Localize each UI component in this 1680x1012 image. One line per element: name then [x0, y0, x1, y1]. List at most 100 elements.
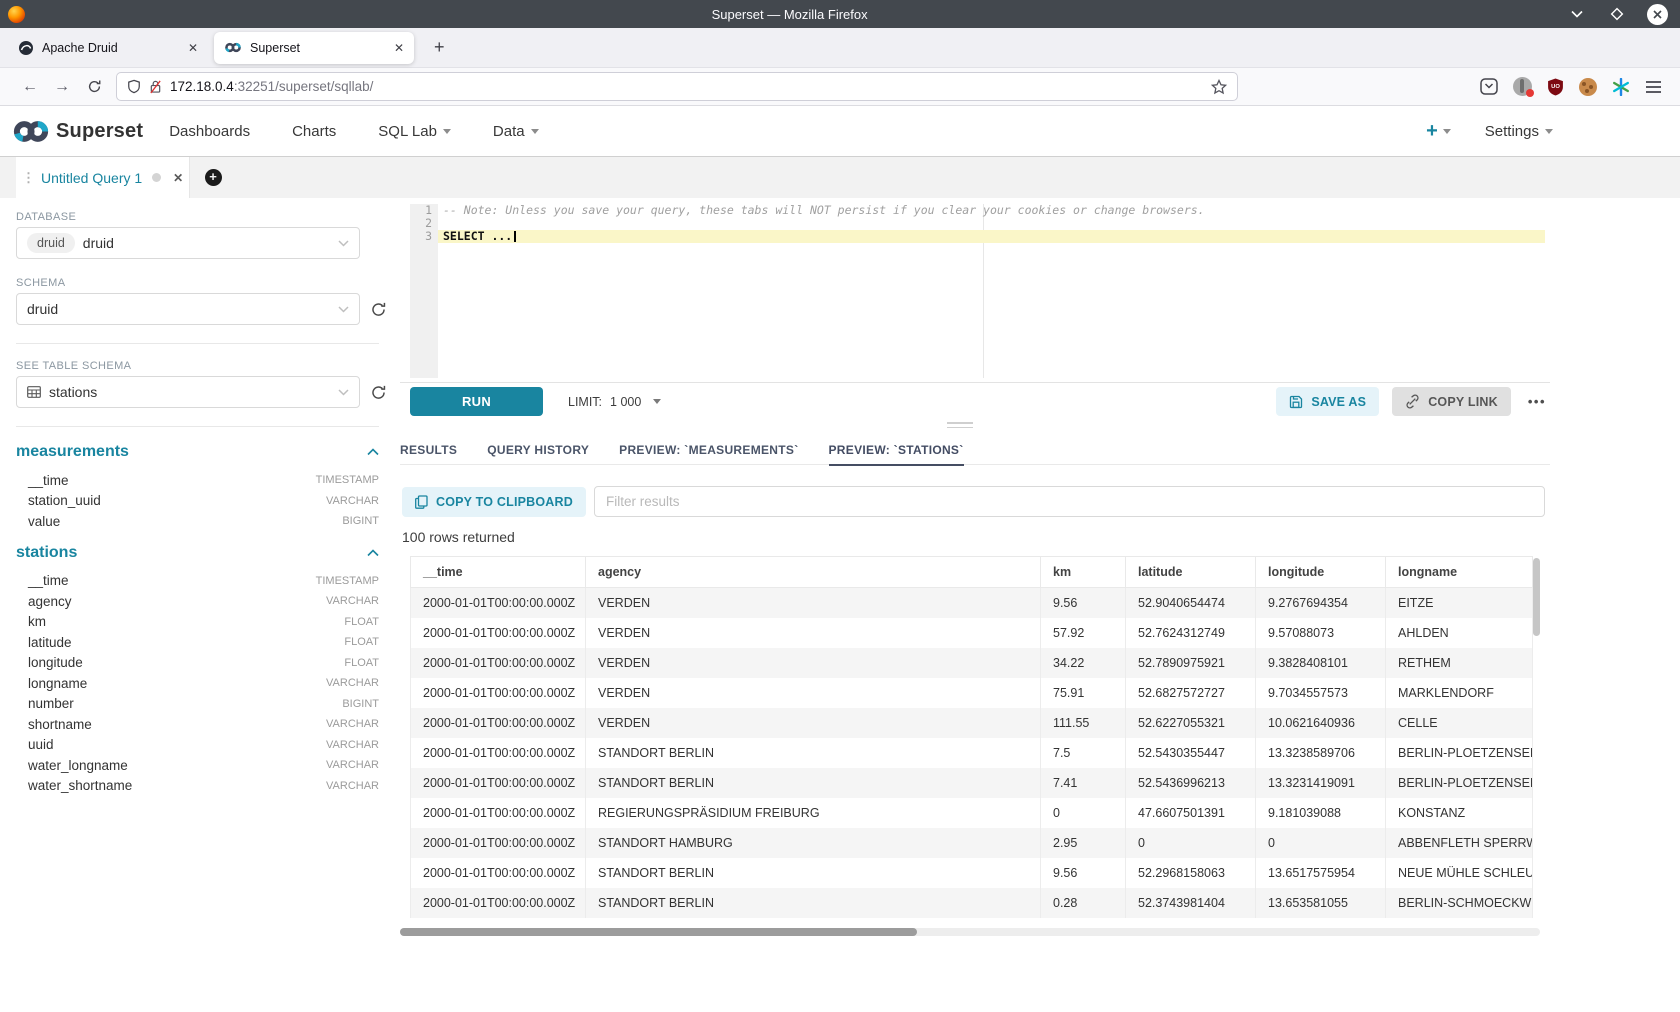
column-name: agency: [28, 594, 72, 609]
forward-button[interactable]: →: [46, 78, 78, 96]
browser-tab-druid[interactable]: Apache Druid ✕: [8, 32, 208, 64]
schema-select[interactable]: druid: [16, 293, 360, 325]
star-icon[interactable]: [1211, 79, 1227, 95]
settings-label: Settings: [1485, 123, 1539, 140]
results-tab[interactable]: RESULTS: [400, 435, 457, 465]
copy-to-clipboard-button[interactable]: COPY TO CLIPBOARD: [402, 487, 586, 517]
reload-button[interactable]: [78, 79, 110, 94]
results-body: 2000-01-01T00:00:00.000Z VERDEN 9.56 52.…: [411, 588, 1533, 918]
nav-menu-item[interactable]: Dashboards: [169, 123, 250, 140]
column-header[interactable]: longitude: [1256, 557, 1386, 588]
close-icon[interactable]: [1646, 3, 1668, 25]
limit-dropdown[interactable]: LIMIT: 1 000: [568, 395, 661, 409]
new-tab-button[interactable]: +: [426, 37, 453, 58]
drag-handle-icon[interactable]: ⋮: [22, 170, 35, 186]
refresh-schema-icon[interactable]: [370, 301, 387, 318]
copy-to-clipboard-label: COPY TO CLIPBOARD: [436, 495, 573, 509]
nav-menu-item[interactable]: SQL Lab: [378, 123, 451, 140]
url-bar[interactable]: 172.18.0.4:32251/superset/sqllab/: [116, 72, 1238, 101]
copy-link-button[interactable]: COPY LINK: [1392, 387, 1511, 416]
column-header[interactable]: km: [1041, 557, 1126, 588]
cell-longname: BERLIN-PLOETZENSEE OP: [1386, 768, 1533, 798]
column-name: km: [28, 614, 46, 629]
schema-table-header[interactable]: measurements: [16, 443, 379, 461]
horizontal-scrollbar-track[interactable]: [400, 928, 1540, 936]
collapse-icon[interactable]: [367, 549, 379, 557]
schema-table-section: measurements __time TIMESTAMP: [16, 443, 379, 532]
add-new-button[interactable]: +: [1426, 120, 1451, 143]
cell-km: 7.41: [1041, 768, 1126, 798]
window-titlebar: Superset — Mozilla Firefox: [0, 0, 1680, 28]
settings-menu[interactable]: Settings: [1485, 123, 1553, 140]
menu-icon[interactable]: [1645, 80, 1662, 94]
minimize-icon[interactable]: [1566, 3, 1588, 25]
line-number: 2: [410, 217, 438, 230]
more-actions-button[interactable]: •••: [1524, 394, 1550, 409]
back-button[interactable]: ←: [14, 78, 46, 96]
chevron-down-icon: [338, 240, 349, 247]
add-query-tab-button[interactable]: +: [190, 157, 236, 198]
browser-toolbar: ← → 172.18.0.4:32251/superset/sqllab/ UO: [0, 68, 1680, 106]
results-tab[interactable]: PREVIEW: `MEASUREMENTS`: [619, 435, 798, 465]
schema-table-header[interactable]: stations: [16, 544, 379, 562]
ublock-icon[interactable]: UO: [1547, 78, 1564, 96]
column-type: VARCHAR: [326, 739, 379, 751]
panel-resize-handle[interactable]: [947, 422, 973, 431]
column-name: longitude: [28, 655, 83, 670]
query-tab[interactable]: ⋮ Untitled Query 1 ✕: [16, 157, 190, 198]
cell-km: 75.91: [1041, 678, 1126, 708]
run-button[interactable]: RUN: [410, 387, 543, 416]
column-name: water_longname: [28, 758, 128, 773]
database-select[interactable]: druid druid: [16, 227, 360, 259]
results-tab[interactable]: QUERY HISTORY: [487, 435, 589, 465]
horizontal-scrollbar-thumb[interactable]: [400, 928, 917, 936]
results-tab[interactable]: PREVIEW: `STATIONS`: [829, 435, 964, 465]
browser-tab-superset[interactable]: Superset ✕: [214, 32, 414, 64]
sql-editor[interactable]: 1 -- Note: Unless you save your query, t…: [410, 204, 1545, 378]
save-as-button[interactable]: SAVE AS: [1276, 387, 1379, 416]
column-type: VARCHAR: [326, 677, 379, 689]
column-header[interactable]: latitude: [1126, 557, 1256, 588]
cookie-icon[interactable]: [1579, 78, 1597, 96]
cell-time: 2000-01-01T00:00:00.000Z: [411, 618, 586, 648]
table-row: 2000-01-01T00:00:00.000Z VERDEN 75.91 52…: [411, 678, 1533, 708]
cell-longname: BERLIN-PLOETZENSEE UP: [1386, 738, 1533, 768]
unsaved-indicator-dot: [152, 173, 161, 182]
lock-slash-icon[interactable]: [149, 79, 162, 94]
nav-item-label: Charts: [292, 123, 336, 140]
tab-close-icon[interactable]: ✕: [188, 41, 198, 55]
cell-longname: AHLDEN: [1386, 618, 1533, 648]
cell-agency: VERDEN: [586, 708, 1041, 738]
vertical-scrollbar[interactable]: [1533, 558, 1540, 636]
url-text: 172.18.0.4:32251/superset/sqllab/: [170, 79, 1203, 94]
maximize-icon[interactable]: [1606, 3, 1628, 25]
refresh-tables-icon[interactable]: [370, 384, 387, 401]
line-number: 3: [410, 230, 438, 243]
nav-menu-item[interactable]: Charts: [292, 123, 336, 140]
column-header[interactable]: agency: [586, 557, 1041, 588]
pocket-icon[interactable]: [1480, 78, 1498, 95]
cell-agency: VERDEN: [586, 648, 1041, 678]
column-header[interactable]: longname: [1386, 557, 1533, 588]
column-header[interactable]: __time: [411, 557, 586, 588]
superset-brand[interactable]: Superset: [12, 120, 143, 143]
cell-longname: EITZE: [1386, 588, 1533, 618]
cell-latitude: 47.6607501391: [1126, 798, 1256, 828]
shield-icon[interactable]: [127, 79, 141, 94]
nav-menu-item[interactable]: Data: [493, 123, 539, 140]
cell-km: 9.56: [1041, 858, 1126, 888]
schema-table-section: stations __time TIMESTAMP: [16, 544, 379, 797]
query-tab-close-icon[interactable]: ✕: [173, 171, 183, 185]
copy-link-label: COPY LINK: [1428, 395, 1498, 409]
collapse-icon[interactable]: [367, 448, 379, 456]
privacy-badger-icon[interactable]: [1513, 77, 1532, 96]
cell-longname: ABBENFLETH SPERRWERK: [1386, 828, 1533, 858]
cell-time: 2000-01-01T00:00:00.000Z: [411, 708, 586, 738]
cell-longname: CELLE: [1386, 708, 1533, 738]
cell-longitude: 9.181039088: [1256, 798, 1386, 828]
table-select[interactable]: stations: [16, 376, 360, 408]
tab-close-icon[interactable]: ✕: [394, 41, 404, 55]
table-row: 2000-01-01T00:00:00.000Z STANDORT BERLIN…: [411, 738, 1533, 768]
filter-results-input[interactable]: [594, 486, 1545, 517]
extension-asterisk-icon[interactable]: [1612, 78, 1630, 96]
